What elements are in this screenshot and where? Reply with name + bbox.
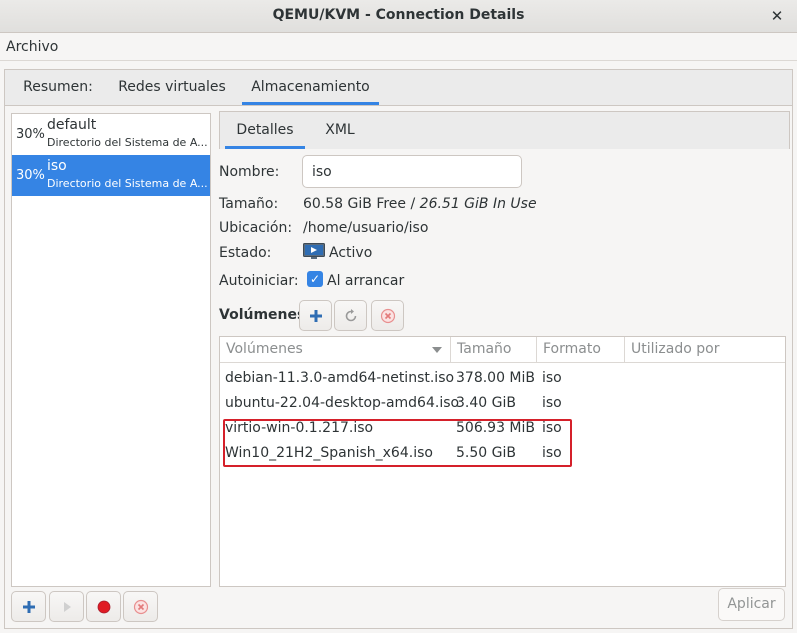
volume-format: iso (542, 395, 562, 411)
table-row[interactable]: virtio-win-0.1.217.iso 506.93 MiB iso (220, 417, 785, 442)
delete-icon (133, 599, 148, 614)
volume-name: debian-11.3.0-amd64-netinst.iso (225, 370, 455, 386)
state-value: Activo (329, 245, 373, 261)
stop-icon (97, 600, 110, 613)
window-title: QEMU/KVM - Connection Details (272, 7, 525, 23)
refresh-icon (345, 308, 356, 321)
volume-name: ubuntu-22.04-desktop-amd64.iso (225, 395, 460, 411)
name-label: Nombre: (219, 164, 280, 180)
menu-archivo[interactable]: Archivo (6, 39, 58, 55)
tab-detalles[interactable]: Detalles (225, 112, 305, 149)
add-volume-button[interactable] (299, 300, 332, 331)
refresh-volumes-button[interactable] (334, 300, 367, 331)
close-icon[interactable]: ✕ (767, 6, 787, 26)
volume-size: 378.00 MiB (456, 370, 536, 386)
column-header-volumes[interactable]: Volúmenes (220, 337, 450, 362)
delete-pool-button[interactable] (123, 591, 158, 622)
volumes-label: Volúmenes (219, 307, 306, 323)
stop-pool-button[interactable] (86, 591, 121, 622)
menu-bar: Archivo (0, 33, 797, 61)
volume-name: virtio-win-0.1.217.iso (225, 420, 374, 436)
detail-tabs: Detalles XML (219, 111, 790, 149)
plus-icon (22, 600, 35, 613)
main-notebook: Resumen: Redes virtuales Almacenamiento … (4, 69, 793, 629)
column-header-size[interactable]: Tamaño (450, 337, 536, 362)
table-row[interactable]: debian-11.3.0-amd64-netinst.iso 378.00 M… (220, 367, 785, 392)
location-value: /home/usuario/iso (303, 220, 429, 236)
size-value: 60.58 GiB Free / 26.51 GiB In Use (303, 196, 537, 212)
volume-name: Win10_21H2_Spanish_x64.iso (225, 445, 433, 461)
autostart-checkbox[interactable]: ✓ (307, 271, 323, 287)
pool-description: Directorio del Sistema de A... (47, 177, 208, 190)
play-icon (63, 601, 71, 612)
volume-format: iso (542, 445, 562, 461)
pool-usage-percent: 30% (16, 168, 45, 183)
volume-size: 5.50 GiB (456, 445, 516, 461)
tab-xml[interactable]: XML (313, 112, 367, 149)
volume-format: iso (542, 420, 562, 436)
column-header-format[interactable]: Formato (536, 337, 624, 362)
pool-name: default (47, 117, 97, 133)
title-bar: QEMU/KVM - Connection Details ✕ (0, 0, 797, 33)
volumes-table: Volúmenes Tamaño Formato Utilizado por d… (219, 336, 786, 587)
pool-usage-percent: 30% (16, 127, 45, 142)
size-in-use: 26.51 GiB In Use (419, 196, 537, 212)
pool-list: 30% default Directorio del Sistema de A.… (11, 113, 211, 587)
start-pool-button[interactable] (49, 591, 84, 622)
apply-button[interactable]: Aplicar (718, 588, 785, 621)
delete-volume-button[interactable] (371, 300, 404, 331)
pool-name-input[interactable] (302, 155, 522, 188)
storage-panel: 30% default Directorio del Sistema de A.… (5, 106, 792, 628)
state-label: Estado: (219, 245, 272, 261)
monitor-running-icon (303, 243, 325, 259)
size-free: 60.58 GiB Free (303, 196, 407, 212)
size-separator: / (406, 196, 420, 212)
size-label: Tamaño: (219, 196, 279, 212)
volume-format: iso (542, 370, 562, 386)
volume-size: 3.40 GiB (456, 395, 516, 411)
autostart-label: Autoiniciar: (219, 273, 299, 289)
tab-redes-virtuales[interactable]: Redes virtuales (111, 70, 233, 105)
delete-icon (380, 308, 395, 323)
plus-icon (309, 309, 322, 322)
column-header-used-by[interactable]: Utilizado por (624, 337, 785, 362)
volumes-table-header: Volúmenes Tamaño Formato Utilizado por (220, 337, 785, 363)
tab-resumen[interactable]: Resumen: (11, 70, 105, 105)
autostart-value: Al arrancar (327, 273, 405, 289)
location-label: Ubicación: (219, 220, 293, 236)
tab-almacenamiento[interactable]: Almacenamiento (242, 70, 379, 105)
add-pool-button[interactable] (11, 591, 46, 622)
table-row[interactable]: ubuntu-22.04-desktop-amd64.iso 3.40 GiB … (220, 392, 785, 417)
sort-descending-icon (432, 347, 442, 353)
pool-item-iso[interactable]: 30% iso Directorio del Sistema de A... (12, 155, 210, 196)
pool-item-default[interactable]: 30% default Directorio del Sistema de A.… (12, 114, 210, 155)
pool-description: Directorio del Sistema de A... (47, 136, 208, 149)
table-row[interactable]: Win10_21H2_Spanish_x64.iso 5.50 GiB iso (220, 442, 785, 467)
volume-size: 506.93 MiB (456, 420, 536, 436)
main-tabs: Resumen: Redes virtuales Almacenamiento (5, 70, 792, 106)
pool-name: iso (47, 158, 67, 174)
